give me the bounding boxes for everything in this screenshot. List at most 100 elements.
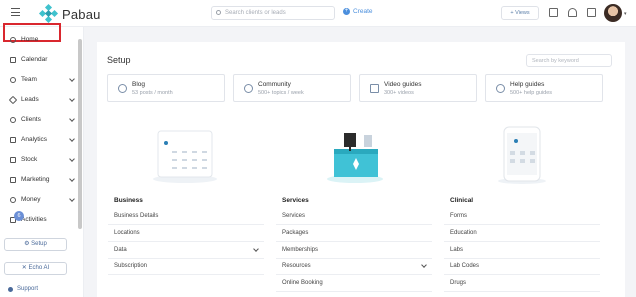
calendar-icon	[10, 56, 16, 63]
pabau-logo-icon	[38, 3, 59, 24]
list-item[interactable]: Labs	[444, 243, 600, 259]
list-item[interactable]: Locations	[108, 226, 264, 242]
list-item-label: Packages	[282, 230, 309, 236]
card-title: Blog	[132, 81, 146, 88]
list-item-label: Locations	[114, 230, 140, 236]
chevron-down-icon[interactable]: ▾	[624, 11, 627, 17]
video-icon	[370, 84, 379, 93]
chevron-down-icon	[253, 246, 259, 252]
create-button[interactable]: + Create	[343, 8, 373, 15]
card-subtitle: 300+ videos	[384, 90, 414, 96]
list-item[interactable]: Packages	[276, 226, 432, 242]
list-item-label: Online Booking	[282, 280, 323, 286]
card-title: Help guides	[510, 81, 545, 88]
list-item-label: Subscription	[114, 263, 148, 269]
clinical-illustration	[498, 126, 546, 184]
list-item-label: Services	[282, 213, 306, 219]
list-item[interactable]: Memberships	[276, 243, 432, 259]
card-title: Community	[258, 81, 291, 88]
sidebar-item-leads[interactable]: Leads	[8, 95, 75, 104]
list-item[interactable]: Data	[108, 243, 264, 259]
sidebar-scrollbar[interactable]	[78, 39, 82, 229]
list-item-label: Memberships	[282, 247, 319, 253]
list-item[interactable]: Education	[444, 226, 600, 242]
keyword-search-input[interactable]: Search by keyword	[526, 54, 612, 67]
chevron-down-icon	[69, 96, 75, 102]
top-bar: Pabau Search clients or leads + Create +…	[0, 0, 636, 27]
marketing-icon	[10, 176, 16, 183]
chevron-down-icon	[69, 136, 75, 142]
list-item[interactable]: Drugs	[444, 276, 600, 292]
list-item-label: Education	[450, 230, 477, 236]
analytics-icon	[10, 136, 16, 143]
logo[interactable]: Pabau	[38, 3, 101, 24]
sidebar-item-home[interactable]: Home	[10, 36, 74, 43]
help-guides-card[interactable]: Help guides 500+ help guides	[485, 74, 603, 102]
sidebar-item-label: Activities	[21, 216, 47, 223]
list-item-label: Forms	[450, 213, 467, 219]
business-illustration	[153, 130, 217, 183]
chevron-down-icon	[69, 76, 75, 82]
list-item[interactable]: Business Details	[108, 209, 264, 225]
list-item[interactable]: Forms	[444, 209, 600, 225]
menu-icon[interactable]	[11, 8, 20, 16]
sidebar-item-marketing[interactable]: Marketing	[10, 176, 75, 183]
card-subtitle: 500+ topics / week	[258, 90, 304, 96]
sidebar-item-label: Clients	[21, 116, 41, 123]
page-title: Setup	[107, 55, 131, 65]
setup-label: Setup	[31, 241, 47, 247]
community-icon	[244, 84, 253, 93]
list-item-label: Business Details	[114, 213, 159, 219]
leads-icon	[8, 95, 18, 104]
list-item[interactable]: Services	[276, 209, 432, 225]
clinical-section-title: Clinical	[450, 197, 474, 204]
list-item-label: Resources	[282, 263, 311, 269]
chevron-down-icon	[69, 116, 75, 122]
calendar-icon[interactable]	[549, 8, 558, 17]
chevron-down-icon	[421, 262, 427, 268]
clock-icon	[10, 36, 16, 43]
list-item[interactable]: Online Booking	[276, 276, 432, 292]
bell-icon[interactable]	[568, 8, 577, 17]
sidebar-item-calendar[interactable]: Calendar	[10, 56, 74, 63]
services-illustration	[327, 133, 383, 183]
search-placeholder: Search clients or leads	[225, 10, 286, 16]
services-section-title: Services	[282, 197, 309, 204]
logo-text: Pabau	[62, 6, 101, 22]
list-item-label: Drugs	[450, 280, 467, 286]
sidebar-item-label: Home	[21, 36, 39, 43]
clients-icon	[10, 116, 16, 123]
close-icon: ✕	[21, 265, 29, 271]
list-item-label: Labs	[450, 247, 464, 253]
community-card[interactable]: Community 500+ topics / week	[233, 74, 351, 102]
echo-ai-button[interactable]: ✕ Echo AI	[4, 262, 67, 275]
sidebar-item-label: Calendar	[21, 56, 48, 63]
list-item[interactable]: Subscription	[108, 259, 264, 275]
sidebar-item-label: Marketing	[21, 176, 50, 183]
list-item-label: Lab Codes	[450, 263, 480, 269]
list-item[interactable]: Resources	[276, 259, 432, 275]
list-item[interactable]: Lab Codes	[444, 259, 600, 275]
card-subtitle: 53 posts / month	[132, 90, 173, 96]
setup-button[interactable]: ⚙ Setup	[4, 238, 67, 251]
video-guides-card[interactable]: Video guides 300+ videos	[359, 74, 477, 102]
views-button[interactable]: + Views	[501, 6, 539, 20]
sidebar-item-money[interactable]: Money	[10, 196, 75, 203]
plus-icon: +	[343, 8, 350, 15]
client-search-input[interactable]: Search clients or leads	[211, 6, 335, 20]
money-icon	[10, 196, 16, 203]
blog-icon	[118, 84, 127, 93]
sidebar-item-team[interactable]: Team	[10, 76, 75, 83]
support-label: Support	[17, 286, 39, 292]
sidebar-item-stock[interactable]: Stock	[10, 156, 75, 163]
wallet-icon[interactable]	[587, 8, 596, 17]
sidebar-item-label: Money	[21, 196, 41, 203]
support-icon	[8, 286, 13, 292]
blog-card[interactable]: Blog 53 posts / month	[107, 74, 225, 102]
sidebar-item-clients[interactable]: Clients	[10, 116, 75, 123]
avatar[interactable]	[604, 4, 622, 22]
stock-icon	[10, 156, 16, 163]
sidebar-item-analytics[interactable]: Analytics	[10, 136, 75, 143]
support-link[interactable]: Support	[8, 286, 38, 292]
sidebar-item-label: Team	[21, 76, 37, 83]
